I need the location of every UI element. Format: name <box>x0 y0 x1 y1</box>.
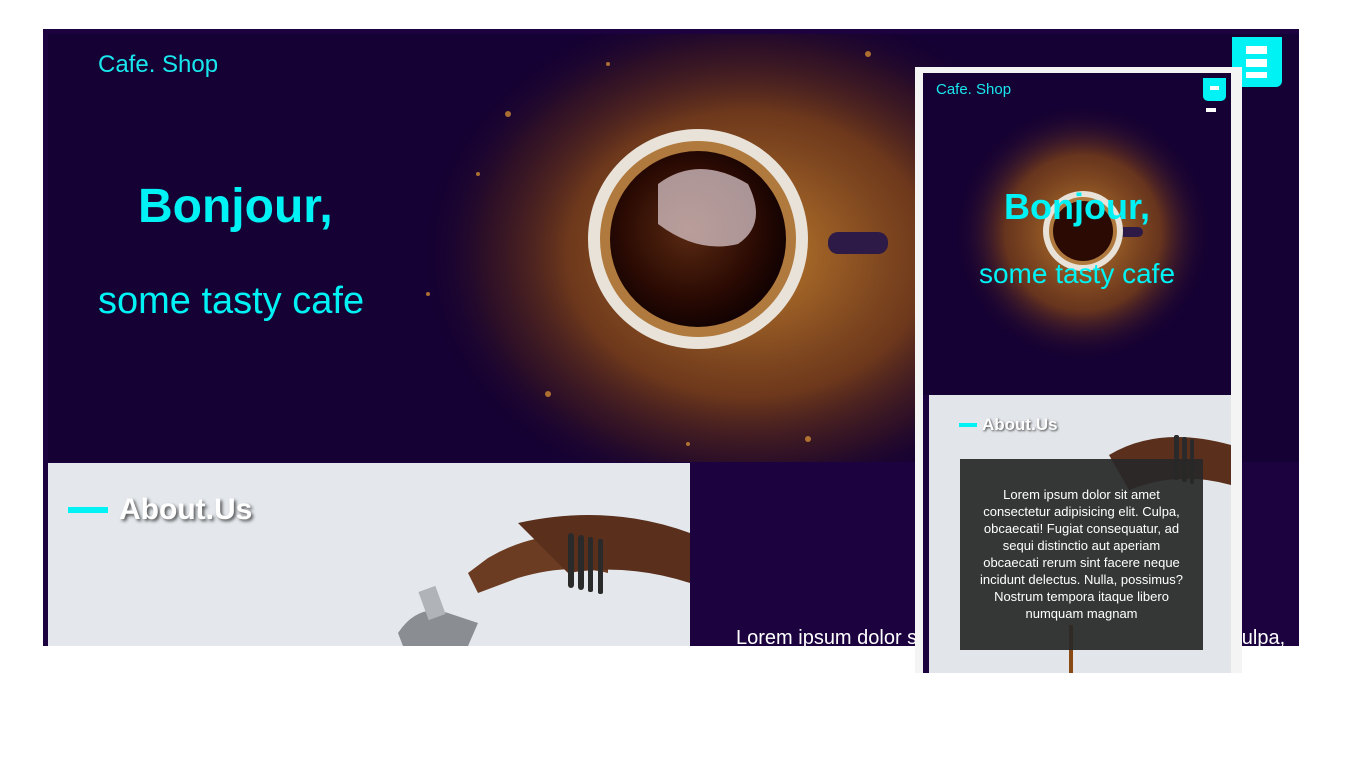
mobile-hero-subtitle: some tasty cafe <box>978 258 1176 289</box>
accent-dash <box>68 507 108 513</box>
mobile-about-title: About.Us <box>982 415 1058 434</box>
hero-title: Bonjour, <box>138 180 333 233</box>
about-image: About.Us <box>48 463 690 646</box>
mobile-site-logo[interactable]: Cafe. Shop <box>936 81 1011 98</box>
mobile-about-text: Lorem ipsum dolor sit amet consectetur a… <box>979 487 1184 621</box>
mobile-menu-button[interactable] <box>1203 78 1226 101</box>
mobile-about-heading: About.Us <box>959 415 1058 435</box>
mobile-about-card: Lorem ipsum dolor sit amet consectetur a… <box>960 459 1203 650</box>
menu-bar-segment <box>1206 108 1216 112</box>
pouring-coffee-photo <box>48 463 690 646</box>
accent-dash <box>959 423 977 427</box>
about-title: About.Us <box>119 493 253 526</box>
mobile-about-section: About.Us Lorem ipsum dolor sit amet cons… <box>929 395 1231 673</box>
hero-subtitle: some tasty cafe <box>98 280 365 322</box>
site-logo[interactable]: Cafe. Shop <box>98 51 218 79</box>
mobile-screen: Cafe. Shop Bonjour, some tasty cafe Abou… <box>923 73 1231 673</box>
about-heading: About.Us <box>68 493 252 527</box>
mobile-hero-title: Bonjour, <box>1004 186 1150 227</box>
mobile-hero-section: Cafe. Shop Bonjour, some tasty cafe <box>923 73 1231 395</box>
mobile-preview: Cafe. Shop Bonjour, some tasty cafe Abou… <box>915 67 1242 673</box>
mobile-hero-coffee-image <box>953 103 1213 363</box>
